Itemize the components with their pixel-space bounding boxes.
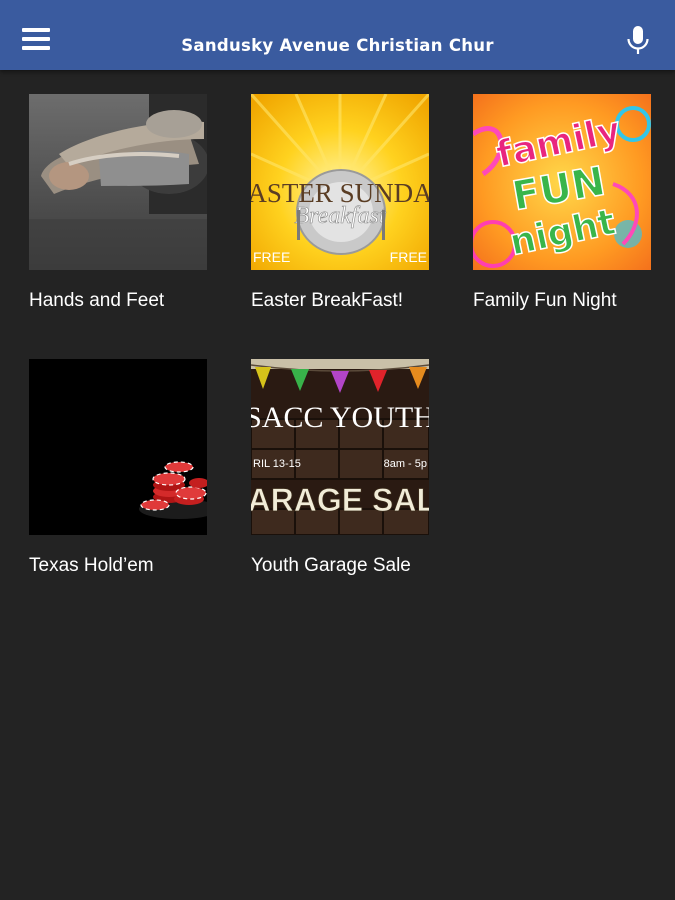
- easter-free-right-text: FREE: [390, 249, 427, 265]
- garage-sale-time-text: 8am - 5p: [384, 458, 427, 470]
- event-tile-hands-and-feet[interactable]: Hands and Feet: [29, 94, 207, 311]
- garage-sale-heading-text: GARAGE SALE: [251, 482, 429, 518]
- event-title: Hands and Feet: [29, 290, 165, 311]
- easter-free-left-text: FREE: [253, 249, 290, 265]
- sacc-youth-text: SACC YOUTH: [251, 401, 429, 434]
- event-tile-easter-breakfast[interactable]: ASTER SUNDA Breakfast FREE FREE Easter B…: [251, 94, 429, 311]
- event-title: Youth Garage Sale: [251, 555, 411, 576]
- event-title: Texas Hold’em: [29, 555, 154, 576]
- app-bar: Sandusky Avenue Christian Chur: [0, 0, 675, 70]
- garage-sale-date-text: RIL 13-15: [253, 458, 301, 470]
- app-title: Sandusky Avenue Christian Chur: [181, 36, 494, 55]
- dirty-feet-photo: [29, 94, 207, 270]
- youth-garage-sale-graphic: SACC YOUTH RIL 13-15 8am - 5p GARAGE SAL…: [251, 359, 429, 535]
- event-tile-youth-garage-sale[interactable]: SACC YOUTH RIL 13-15 8am - 5p GARAGE SAL…: [251, 359, 429, 576]
- event-title: Easter BreakFast!: [251, 290, 404, 311]
- poker-chips-photo: [29, 359, 207, 535]
- event-title: Family Fun Night: [473, 290, 617, 311]
- easter-breakfast-text: Breakfast: [294, 203, 386, 229]
- family-fun-night-graphic: family FUN night: [473, 94, 651, 270]
- event-tile-family-fun-night[interactable]: family FUN night Family Fun Night: [473, 94, 651, 311]
- microphone-icon[interactable]: [624, 25, 652, 57]
- easter-sunday-breakfast-graphic: ASTER SUNDA Breakfast FREE FREE: [251, 94, 429, 270]
- event-tile-texas-holdem[interactable]: Texas Hold’em: [29, 359, 207, 576]
